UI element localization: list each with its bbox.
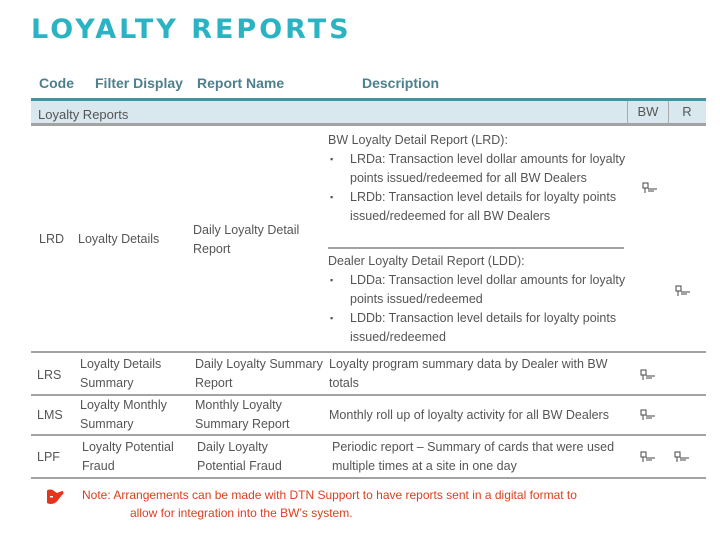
desc-bullet: LRDa: Transaction level dollar amounts f… [328,150,628,188]
pointing-hand-check-icon [640,369,655,380]
pointing-hand-check-icon [675,285,690,296]
pointing-hand-check-icon [640,409,655,420]
row-description: Periodic report – Summary of cards that … [332,440,615,473]
row-divider [31,434,706,436]
section-label: Loyalty Reports [38,107,129,122]
row-report-name: Daily Loyalty Potential Fraud [197,440,282,473]
column-header-r: R [682,104,692,119]
column-header-filter-display: Filter Display [95,75,183,91]
row-code: LRS [37,368,62,382]
column-header-report-name: Report Name [197,75,285,91]
divider [328,247,624,249]
row-filter: Loyalty Details Summary [80,357,162,390]
pointing-hand-check-icon [642,182,657,193]
desc-heading: BW Loyalty Detail Report (LRD): [328,133,508,147]
page-title: LOYALTY REPORTS [31,14,352,45]
row-filter: Loyalty Potential Fraud [82,440,174,473]
section-band: Loyalty Reports BW R [31,98,706,126]
pointing-hand-check-icon [674,451,689,462]
row-divider [31,351,706,353]
pointing-hand-check-icon [640,451,655,462]
pointing-hand-icon [47,489,64,504]
row-description-ldd: Dealer Loyalty Detail Report (LDD): LDDa… [328,252,628,347]
row-filter: Loyalty Details [78,232,160,246]
row-filter: Loyalty Monthly Summary [80,398,167,431]
row-report-name: Monthly Loyalty Summary Report [195,398,290,431]
row-divider [31,477,706,479]
row-description: Loyalty program summary data by Dealer w… [329,357,608,390]
note-line-1: Note: Arrangements can be made with DTN … [82,488,577,502]
desc-bullet: LDDa: Transaction level dollar amounts f… [328,271,628,309]
row-description-lrd: BW Loyalty Detail Report (LRD): LRDa: Tr… [328,131,628,226]
row-code: LMS [37,408,63,422]
row-report-name: Daily Loyalty Summary Report [195,357,323,390]
desc-heading: Dealer Loyalty Detail Report (LDD): [328,254,525,268]
column-header-code: Code [39,75,74,91]
desc-bullet: LRDb: Transaction level details for loya… [328,188,628,226]
row-code: LRD [39,232,65,246]
note-line-2: allow for integration into the BW’s syst… [130,506,353,520]
column-header-description: Description [362,75,440,91]
row-description: Monthly roll up of loyalty activity for … [329,408,609,422]
note: Note: Arrangements can be made with DTN … [82,486,577,522]
row-code: LPF [37,450,60,464]
column-header-bw: BW [627,101,669,123]
row-report-name: Daily Loyalty Detail Report [193,223,300,256]
desc-bullet: LDDb: Transaction level details for loya… [328,309,628,347]
